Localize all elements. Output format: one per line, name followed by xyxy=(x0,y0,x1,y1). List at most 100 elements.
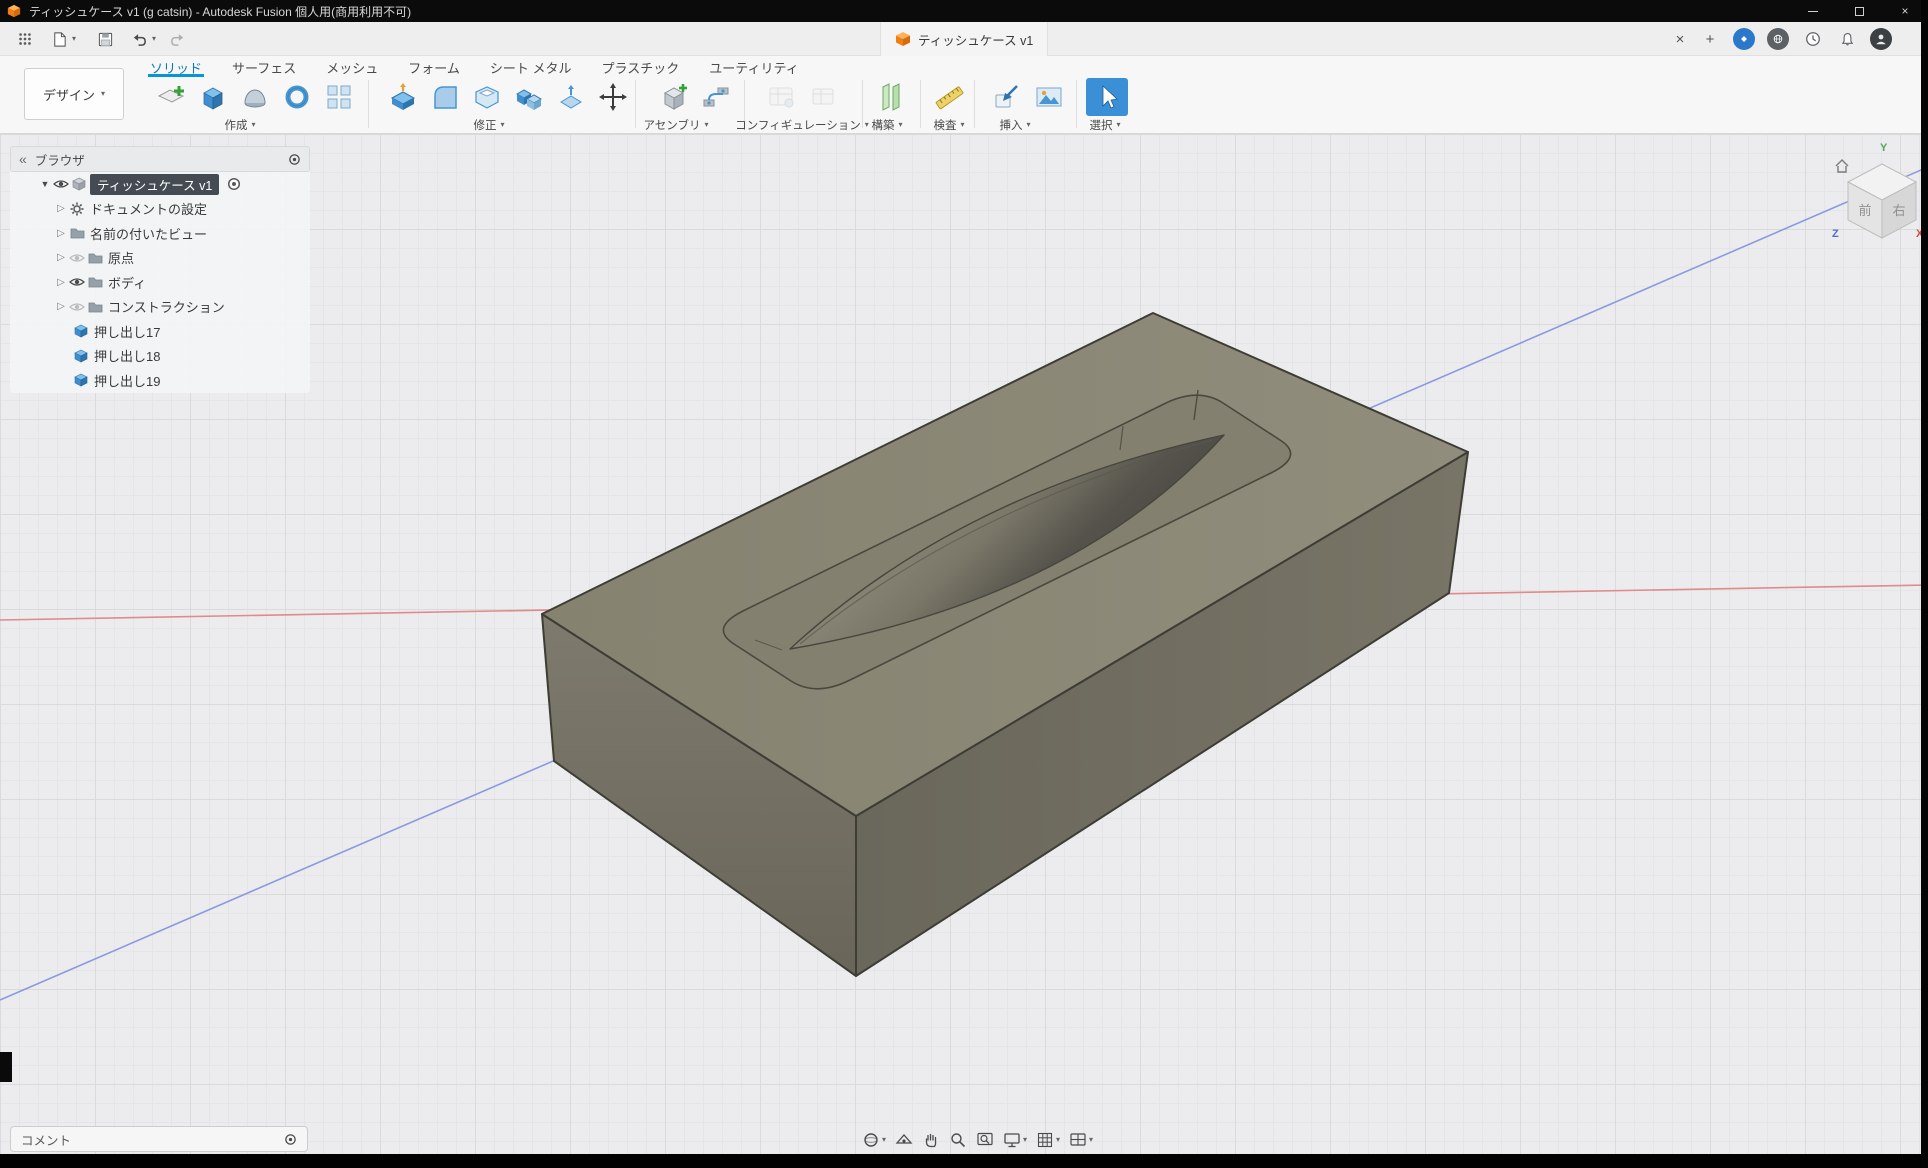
coil-button[interactable] xyxy=(278,78,316,116)
tree-row-origin[interactable]: 原点 xyxy=(10,246,310,271)
select-button[interactable] xyxy=(1086,78,1128,116)
tree-row-extrude19[interactable]: 押し出し19 xyxy=(10,368,310,393)
zoom-button[interactable] xyxy=(949,1131,967,1149)
minimize-button[interactable] xyxy=(1790,0,1836,22)
notifications-button[interactable] xyxy=(1836,28,1858,50)
group-construct[interactable]: 構築 xyxy=(857,118,917,132)
comment-box[interactable]: コメント xyxy=(10,1126,308,1152)
fillet-button[interactable] xyxy=(426,78,464,116)
construction-plane-button[interactable] xyxy=(872,78,910,116)
viewports-button[interactable] xyxy=(1069,1131,1093,1149)
joint-icon xyxy=(701,82,731,112)
extensions-button[interactable] xyxy=(1733,28,1755,50)
file-menu-button[interactable] xyxy=(48,29,70,49)
group-assemble[interactable]: アセンブリ xyxy=(640,118,712,132)
group-inspect[interactable]: 検査 xyxy=(919,118,979,132)
group-modify[interactable]: 修正 xyxy=(454,118,524,132)
eye-icon[interactable] xyxy=(68,301,86,313)
joint-button[interactable] xyxy=(697,78,735,116)
pan-button[interactable] xyxy=(922,1131,940,1149)
active-component-badge[interactable]: ティッシュケース v1 xyxy=(90,174,219,195)
look-at-button[interactable] xyxy=(895,1131,913,1149)
job-status-button[interactable] xyxy=(1802,28,1824,50)
workspace-selector[interactable]: デザイン xyxy=(24,68,124,120)
collapse-browser-icon[interactable] xyxy=(19,152,27,166)
save-button[interactable] xyxy=(94,29,116,49)
tree-row-construction[interactable]: コンストラクション xyxy=(10,295,310,320)
browser-header[interactable]: ブラウザ xyxy=(10,146,310,172)
disclosure-closed-icon[interactable] xyxy=(54,203,68,214)
eye-icon[interactable] xyxy=(68,276,86,288)
group-assemble-label: アセンブリ xyxy=(644,117,701,133)
document-tab[interactable]: ティッシュケース v1 xyxy=(880,22,1048,56)
dropdown-caret-icon xyxy=(1026,121,1030,129)
insert-derive-button[interactable] xyxy=(988,78,1026,116)
viewcube[interactable]: 前 右 xyxy=(1836,152,1928,244)
tree-row-bodies[interactable]: ボディ xyxy=(10,270,310,295)
new-component-button[interactable] xyxy=(655,78,693,116)
activate-component-radio[interactable] xyxy=(225,177,243,191)
disclosure-closed-icon[interactable] xyxy=(54,277,68,288)
combine-button[interactable] xyxy=(510,78,548,116)
user-avatar[interactable] xyxy=(1870,28,1892,50)
measure-button[interactable] xyxy=(930,78,968,116)
disclosure-closed-icon[interactable] xyxy=(54,228,68,239)
folder-icon xyxy=(68,227,86,239)
tree-row-named-views[interactable]: 名前の付いたビュー xyxy=(10,221,310,246)
comment-toggle-icon[interactable] xyxy=(284,1133,297,1146)
tab-form[interactable]: フォーム xyxy=(406,56,462,77)
disclosure-open-icon[interactable] xyxy=(38,179,52,189)
insert-canvas-button[interactable] xyxy=(1030,78,1068,116)
display-toggle-icon[interactable] xyxy=(288,153,301,166)
disclosure-closed-icon[interactable] xyxy=(54,252,68,263)
viewcube-widget[interactable]: 前 右 Y Z X xyxy=(1828,144,1928,248)
disclosure-closed-icon[interactable] xyxy=(54,301,68,312)
image-icon xyxy=(1034,82,1064,112)
shell-button[interactable] xyxy=(468,78,506,116)
tab-mesh[interactable]: メッシュ xyxy=(324,56,380,77)
revolve-button[interactable] xyxy=(236,78,274,116)
group-create[interactable]: 作成 xyxy=(205,118,275,132)
redo-button[interactable] xyxy=(166,29,188,49)
file-menu-caret[interactable] xyxy=(68,29,80,49)
pattern-button[interactable] xyxy=(320,78,358,116)
configuration-insert-button[interactable] xyxy=(804,78,842,116)
eye-icon[interactable] xyxy=(52,178,70,190)
group-modify-label: 修正 xyxy=(473,117,496,133)
orbit-icon xyxy=(862,1131,880,1149)
eye-icon[interactable] xyxy=(68,252,86,264)
create-sketch-button[interactable] xyxy=(152,78,190,116)
tree-row-extrude18[interactable]: 押し出し18 xyxy=(10,344,310,369)
extrude-feature-icon xyxy=(72,373,90,387)
tab-solid[interactable]: ソリッド xyxy=(148,56,204,77)
group-configuration[interactable]: コンフィギュレーション xyxy=(737,118,867,132)
app-grid-menu-button[interactable] xyxy=(14,29,36,49)
press-pull-button[interactable] xyxy=(384,78,422,116)
configuration-table-button[interactable] xyxy=(762,78,800,116)
maximize-button[interactable] xyxy=(1836,0,1882,22)
tab-plastic[interactable]: プラスチック xyxy=(600,56,682,77)
shell-icon xyxy=(472,82,502,112)
undo-history-caret[interactable] xyxy=(148,29,160,49)
group-select-label: 選択 xyxy=(1089,117,1112,133)
folder-icon xyxy=(86,301,104,313)
tab-sheetmetal[interactable]: シート メタル xyxy=(488,56,574,77)
close-document-tab-button[interactable]: × xyxy=(1668,27,1692,51)
group-select[interactable]: 選択 xyxy=(1075,118,1135,132)
fit-button[interactable] xyxy=(976,1131,994,1149)
display-settings-button[interactable] xyxy=(1003,1131,1027,1149)
move-button[interactable] xyxy=(594,78,632,116)
tree-row-extrude17[interactable]: 押し出し17 xyxy=(10,319,310,344)
tree-row-root[interactable]: ティッシュケース v1 xyxy=(10,172,310,197)
orbit-button[interactable] xyxy=(862,1131,886,1149)
offset-face-button[interactable] xyxy=(552,78,590,116)
group-insert[interactable]: 挿入 xyxy=(985,118,1045,132)
tab-utilities[interactable]: ユーティリティ xyxy=(707,56,800,77)
new-document-tab-button[interactable]: + xyxy=(1698,27,1722,51)
tab-surface[interactable]: サーフェス xyxy=(230,56,298,77)
extrude-button[interactable] xyxy=(194,78,232,116)
online-status-button[interactable] xyxy=(1767,28,1789,50)
undo-button[interactable] xyxy=(128,29,150,49)
tree-row-document-settings[interactable]: ドキュメントの設定 xyxy=(10,197,310,222)
grid-snaps-button[interactable] xyxy=(1036,1131,1060,1149)
